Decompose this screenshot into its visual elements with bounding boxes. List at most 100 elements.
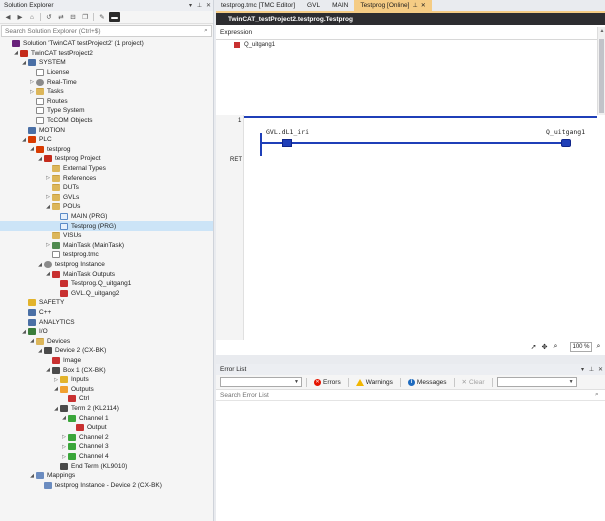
expand-toggle-icon[interactable]: ◢ bbox=[36, 156, 44, 162]
pointer-icon[interactable]: ➚ bbox=[529, 343, 538, 352]
expand-toggle-icon[interactable]: ◢ bbox=[52, 406, 60, 412]
dropdown-icon[interactable]: ▾ bbox=[186, 2, 195, 9]
warnings-filter-button[interactable]: Warnings bbox=[353, 377, 396, 388]
clear-button[interactable]: ✕ Clear bbox=[459, 377, 488, 388]
tree-item[interactable]: ◢ testprog Project bbox=[0, 154, 213, 164]
contact-variable[interactable]: GVL.dL1_iri bbox=[266, 128, 309, 136]
tree-item[interactable]: C++ bbox=[0, 308, 213, 318]
expand-toggle-icon[interactable]: ◢ bbox=[44, 271, 52, 277]
expand-toggle-icon[interactable]: ◢ bbox=[60, 415, 68, 421]
tree-item[interactable]: MOTION bbox=[0, 125, 213, 135]
build-filter-dropdown[interactable]: ▼ bbox=[496, 377, 577, 387]
tree-item[interactable]: GVL.Q_uitgang2 bbox=[0, 289, 213, 299]
coil-element[interactable] bbox=[561, 139, 571, 147]
tree-item[interactable]: ▷ Inputs bbox=[0, 375, 213, 385]
tree-item[interactable]: ◢ I/O bbox=[0, 327, 213, 337]
tab-gvl[interactable]: GVL bbox=[301, 0, 326, 11]
expand-toggle-icon[interactable]: ▷ bbox=[44, 175, 52, 181]
tree-item[interactable]: VISUs bbox=[0, 231, 213, 241]
expand-toggle-icon[interactable]: ▷ bbox=[60, 454, 68, 460]
expand-toggle-icon[interactable]: ◢ bbox=[44, 204, 52, 210]
tree-item[interactable]: ▷ References bbox=[0, 173, 213, 183]
expand-toggle-icon[interactable]: ◢ bbox=[28, 338, 36, 344]
close-icon[interactable]: ✕ bbox=[596, 366, 605, 373]
scroll-up-icon[interactable]: ▲ bbox=[598, 28, 605, 34]
back-icon[interactable]: ◀ bbox=[3, 12, 13, 22]
tree-item[interactable]: testprog.tmc bbox=[0, 250, 213, 260]
expand-toggle-icon[interactable]: ▷ bbox=[60, 444, 68, 450]
tree-item[interactable]: Routes bbox=[0, 97, 213, 107]
tree-item[interactable]: testprog Instance - Device 2 (CX-BK) bbox=[0, 481, 213, 491]
expand-toggle-icon[interactable]: ◢ bbox=[36, 348, 44, 354]
dropdown-icon[interactable]: ▾ bbox=[578, 366, 587, 373]
expand-toggle-icon[interactable]: ▷ bbox=[52, 377, 60, 383]
move-icon[interactable]: ✥ bbox=[540, 343, 549, 352]
tree-item[interactable]: ▷ Channel 3 bbox=[0, 442, 213, 452]
tree-item[interactable]: ◢ testprog Instance bbox=[0, 260, 213, 270]
tree-item[interactable]: Image bbox=[0, 356, 213, 366]
expand-toggle-icon[interactable]: ◢ bbox=[12, 50, 20, 56]
tree-item[interactable]: ▷ Channel 2 bbox=[0, 433, 213, 443]
expand-toggle-icon[interactable]: ◢ bbox=[44, 367, 52, 373]
pin-icon[interactable]: ⊥ bbox=[412, 2, 417, 9]
tab-testprog-tmc[interactable]: testprog.tmc [TMC Editor] bbox=[215, 0, 301, 11]
tree-item[interactable]: ◢ Box 1 (CX-BK) bbox=[0, 365, 213, 375]
tree-item[interactable]: ▷ Tasks bbox=[0, 87, 213, 97]
expand-toggle-icon[interactable]: ▷ bbox=[44, 242, 52, 248]
tree-item[interactable]: ◢ Term 2 (KL2114) bbox=[0, 404, 213, 414]
tab-testprog-online[interactable]: Testprog [Online] ⊥ ✕ bbox=[354, 0, 432, 11]
tree-item[interactable]: Solution 'TwinCAT testProject2' (1 proje… bbox=[0, 39, 213, 49]
copy-icon[interactable]: ❐ bbox=[80, 12, 90, 22]
tree-item[interactable]: Testprog (PRG) bbox=[0, 221, 213, 231]
expand-toggle-icon[interactable]: ◢ bbox=[52, 386, 60, 392]
contact-element[interactable] bbox=[282, 139, 292, 147]
zoom-level[interactable]: 100 % bbox=[570, 342, 592, 352]
tree-item[interactable]: ◢ PLC bbox=[0, 135, 213, 145]
close-icon[interactable]: ✕ bbox=[421, 2, 426, 9]
tree-item[interactable]: Type System bbox=[0, 106, 213, 116]
expand-toggle-icon[interactable]: ▷ bbox=[28, 79, 36, 85]
tree-item[interactable]: ◢ Outputs bbox=[0, 385, 213, 395]
tree-item[interactable]: ◢ Mappings bbox=[0, 471, 213, 481]
watch-scrollbar[interactable]: ▲ ▼ bbox=[597, 27, 605, 125]
tree-item[interactable]: ◢ MainTask Outputs bbox=[0, 269, 213, 279]
error-list-search[interactable]: Search Error List ⌕ bbox=[216, 390, 605, 401]
scope-dropdown[interactable]: ▼ bbox=[220, 377, 302, 387]
tree-item[interactable]: Ctrl bbox=[0, 394, 213, 404]
coil-variable[interactable]: Q_uitgang1 bbox=[546, 128, 585, 136]
tree-item[interactable]: ◢ Devices bbox=[0, 337, 213, 347]
tree-item[interactable]: ◢ TwinCAT testProject2 bbox=[0, 49, 213, 59]
preview-icon[interactable]: ▬ bbox=[109, 12, 120, 22]
errors-filter-button[interactable]: ✕ Errors bbox=[311, 377, 344, 388]
tree-item[interactable]: MAIN (PRG) bbox=[0, 212, 213, 222]
expand-toggle-icon[interactable]: ◢ bbox=[20, 329, 28, 335]
expand-toggle-icon[interactable]: ◢ bbox=[36, 262, 44, 268]
expand-toggle-icon[interactable]: ▷ bbox=[28, 89, 36, 95]
tree-item[interactable]: ▷ Real-Time bbox=[0, 77, 213, 87]
tree-item[interactable]: DUTs bbox=[0, 183, 213, 193]
tree-item[interactable]: External Types bbox=[0, 164, 213, 174]
watch-row[interactable]: Q_uitgang1 bbox=[234, 42, 275, 48]
expand-toggle-icon[interactable]: ◢ bbox=[28, 473, 36, 479]
sync-icon[interactable]: ⇄ bbox=[56, 12, 66, 22]
tree-item[interactable]: ◢ POUs bbox=[0, 202, 213, 212]
pin-icon[interactable]: ⊥ bbox=[587, 366, 596, 373]
tree-item[interactable]: ▷ GVLs bbox=[0, 193, 213, 203]
tree-item[interactable]: Output bbox=[0, 423, 213, 433]
forward-icon[interactable]: ▶ bbox=[15, 12, 25, 22]
tree-item[interactable]: Testprog.Q_uitgang1 bbox=[0, 279, 213, 289]
tree-item[interactable]: ◢ Channel 1 bbox=[0, 413, 213, 423]
expand-toggle-icon[interactable]: ▷ bbox=[44, 194, 52, 200]
zoom-icon[interactable]: ⌕ bbox=[551, 343, 560, 352]
tree-item[interactable]: TcCOM Objects bbox=[0, 116, 213, 126]
tree-item[interactable]: ANALYTICS bbox=[0, 317, 213, 327]
scroll-thumb[interactable] bbox=[599, 39, 604, 113]
expand-toggle-icon[interactable]: ◢ bbox=[20, 60, 28, 66]
tree-item[interactable]: ▷ Channel 4 bbox=[0, 452, 213, 462]
pin-icon[interactable]: ⊥ bbox=[195, 2, 204, 9]
tab-main[interactable]: MAIN bbox=[326, 0, 354, 11]
home-icon[interactable]: ⌂ bbox=[27, 12, 37, 22]
close-icon[interactable]: ✕ bbox=[204, 2, 213, 9]
tree-item[interactable]: ▷ MainTask (MainTask) bbox=[0, 241, 213, 251]
tree-item[interactable]: End Term (KL9010) bbox=[0, 461, 213, 471]
